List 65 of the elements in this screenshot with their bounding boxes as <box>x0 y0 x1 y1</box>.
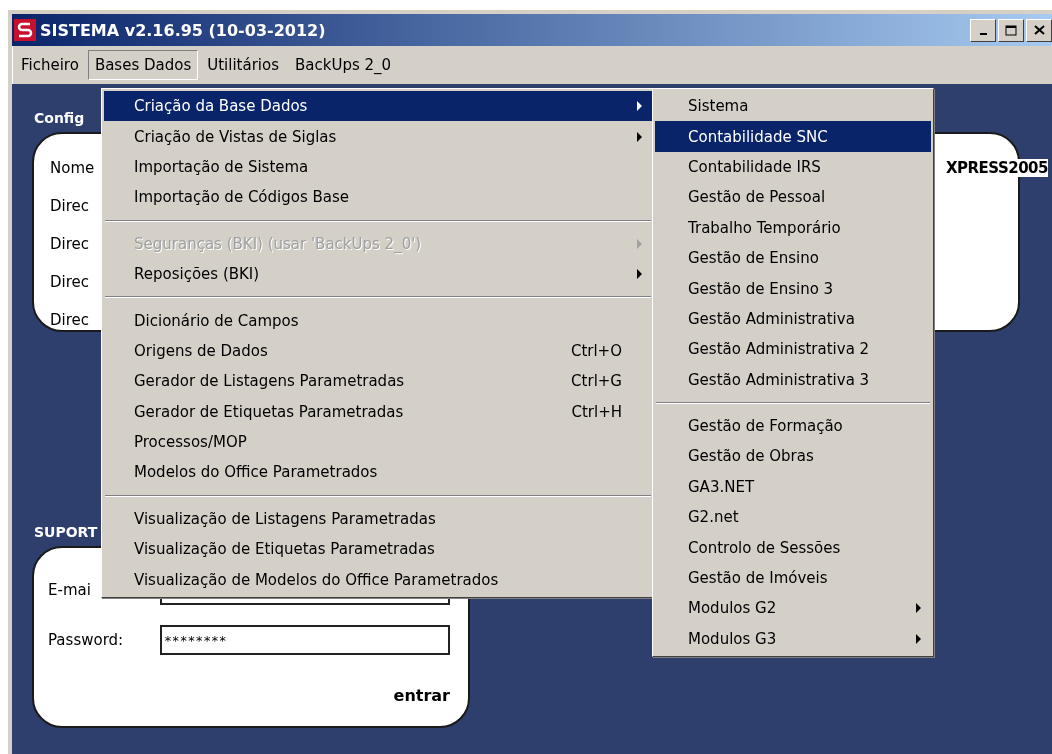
submenu-arrow-icon <box>637 238 642 249</box>
shortcut-label: Ctrl+O <box>570 341 623 360</box>
menu-bar-item[interactable]: BackUps 2_0 <box>288 50 399 80</box>
menu-item[interactable]: Trabalho Temporário <box>655 212 931 243</box>
menu-item[interactable]: Modulos G3 <box>655 623 931 655</box>
menu-item[interactable]: Modulos G2 <box>655 593 931 624</box>
input-field[interactable]: ******** <box>160 625 450 655</box>
menu-item[interactable]: Reposições (BKI) <box>104 258 652 290</box>
menu-item[interactable]: Gerador de Listagens Parametradas Ctrl+G <box>104 366 652 397</box>
field-label: E-mai <box>48 581 92 599</box>
menu-item[interactable]: Modelos do Office Parametrados <box>104 457 652 488</box>
menu-item[interactable]: Gestão Administrativa 2 <box>655 334 931 365</box>
menu-item[interactable]: Processos/MOP <box>104 426 652 458</box>
menu-item[interactable]: Gestão Administrativa <box>655 303 931 335</box>
submenu-arrow-icon <box>916 633 921 644</box>
window-title: SISTEMA v2.16.95 (10-03-2012) <box>40 20 326 40</box>
submenu-arrow-icon <box>637 269 642 280</box>
field-label: Nome <box>50 159 95 177</box>
menu-item[interactable]: Criação de Vistas de Siglas <box>104 121 652 152</box>
section-heading: SUPORT <box>34 524 98 540</box>
app-logo-icon <box>14 19 36 41</box>
menu-item[interactable]: Gestão de Ensino 3 <box>655 273 931 304</box>
menu-item[interactable]: Contabilidade SNC <box>655 121 931 152</box>
menu-item[interactable]: G2.net <box>655 502 931 533</box>
field-label: Direc <box>50 311 90 329</box>
field-label: Direc <box>50 235 90 253</box>
field-label: Password: <box>48 631 125 649</box>
shortcut-label: Ctrl+G <box>571 372 623 391</box>
menu-bar-item[interactable]: Utilitários <box>200 50 286 80</box>
shortcut-label: Ctrl+H <box>571 402 623 421</box>
submenu-arrow-icon <box>637 101 642 112</box>
minimize-icon <box>979 33 987 35</box>
menu-item[interactable]: Gestão de Obras <box>655 441 931 472</box>
field-label: Direc <box>50 197 90 215</box>
menu-item[interactable]: Origens de Dados Ctrl+O <box>104 335 652 367</box>
menu-item[interactable]: Dicionário de Campos <box>104 305 652 336</box>
menu-bar-item[interactable]: Ficheiro <box>14 50 86 80</box>
maximize-icon <box>1005 24 1017 36</box>
menu-item[interactable]: Gestão de Imóveis <box>655 562 931 594</box>
maximize-button[interactable] <box>998 18 1024 42</box>
section-heading: Config <box>34 110 85 126</box>
menu-item[interactable]: Contabilidade IRS <box>655 151 931 183</box>
field-value: XPRESS2005 <box>945 159 1048 177</box>
menu-item[interactable]: Gestão Administrativa 3 <box>655 364 931 395</box>
menu-item[interactable]: Gerador de Etiquetas Parametradas Ctrl+H <box>104 396 652 427</box>
login-button[interactable]: entrar <box>393 684 450 707</box>
menu-item[interactable]: Sistema <box>655 91 931 122</box>
menu-bar-item[interactable]: Bases Dados <box>87 50 199 80</box>
close-icon <box>1033 25 1045 35</box>
menu-item[interactable]: Criação da Base Dados <box>104 91 652 122</box>
menu-item[interactable]: Controlo de Sessões <box>655 532 931 563</box>
menu-item[interactable]: Importação de Sistema <box>104 151 652 183</box>
menu-item[interactable]: Gestão de Formação <box>655 410 931 442</box>
submenu-arrow-icon <box>916 603 921 614</box>
menu-item[interactable]: Visualização de Etiquetas Parametradas <box>104 534 652 565</box>
submenu-arrow-icon <box>637 131 642 142</box>
minimize-button[interactable] <box>970 18 996 42</box>
menu-item[interactable]: GA3.NET <box>655 471 931 503</box>
menu-item[interactable]: Visualização de Modelos do Office Parametrados <box>104 564 652 595</box>
menu-item[interactable]: Gestão de Ensino <box>655 242 931 274</box>
menu-item[interactable]: Gestão de Pessoal <box>655 182 931 213</box>
close-button[interactable] <box>1026 18 1052 42</box>
menu-item[interactable]: Importação de Códigos Base <box>104 182 652 213</box>
field-label: Direc <box>50 273 90 291</box>
menu-item[interactable]: Visualização de Listagens Parametradas <box>104 503 652 535</box>
